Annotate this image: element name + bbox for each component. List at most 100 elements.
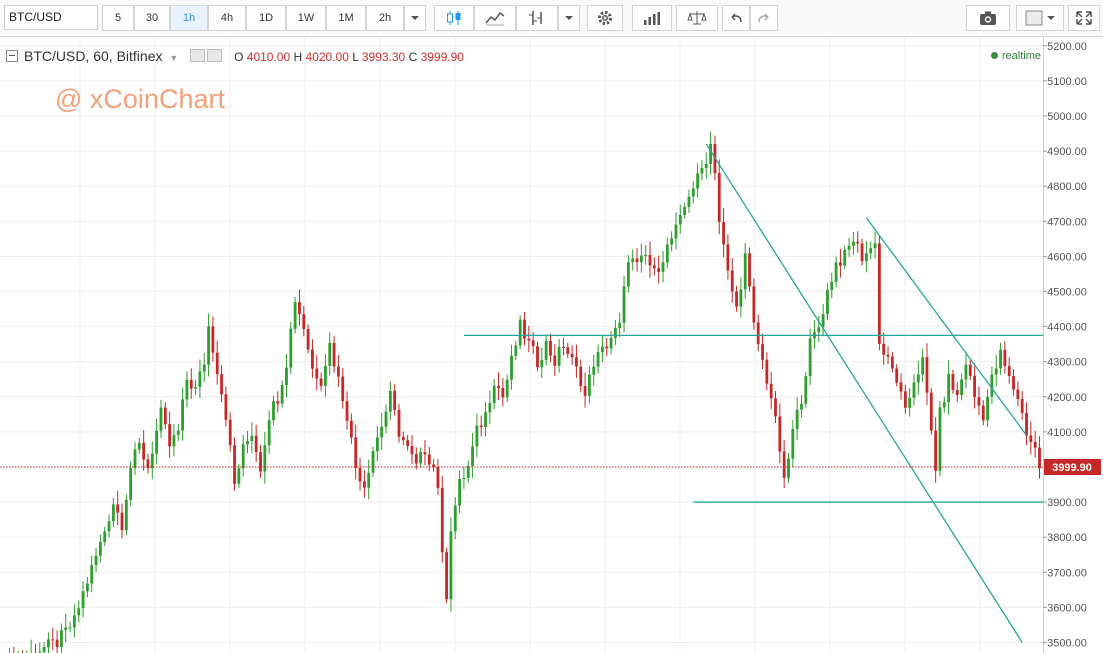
status-dot-icon <box>990 52 998 59</box>
candle-body <box>562 346 565 348</box>
collapse-legend-icon[interactable] <box>6 50 18 62</box>
candle-body <box>531 340 535 347</box>
fullscreen-button[interactable] <box>1068 5 1100 31</box>
candle-body <box>873 243 877 249</box>
candle-body <box>882 343 886 355</box>
settings-button[interactable] <box>587 5 623 31</box>
candle-body <box>349 420 353 438</box>
chevron-down-icon <box>565 16 573 20</box>
high-label: H <box>293 50 303 64</box>
candle-body <box>488 403 492 413</box>
interval-1d-button[interactable]: 1D <box>246 5 286 31</box>
settings-small-icon[interactable] <box>207 49 223 62</box>
candle-body <box>393 390 397 410</box>
candle-body <box>696 173 700 189</box>
candle-body <box>215 352 219 375</box>
candle-body <box>860 243 864 262</box>
chevron-down-icon <box>411 16 419 20</box>
eye-icon[interactable] <box>190 49 206 62</box>
fullscreen-icon <box>1076 11 1092 25</box>
candle-body <box>324 366 327 386</box>
price-chart[interactable]: 5200.00 5100.00 5000.00 4900.00 4800.00 4700.… <box>0 37 1103 653</box>
interval-1w-button[interactable]: 1W <box>286 5 326 31</box>
high-value: 4020.00 <box>305 50 349 64</box>
candle-body <box>380 426 384 438</box>
candles[interactable] <box>4 131 1046 653</box>
candle-body <box>163 407 167 425</box>
candle-body <box>921 357 925 375</box>
candle-body <box>800 403 803 410</box>
candle-body <box>315 368 319 379</box>
templates-button[interactable] <box>676 5 718 31</box>
candle-body <box>575 357 578 367</box>
interval-30m-button[interactable]: 30 <box>134 5 170 31</box>
candle-body <box>704 164 708 168</box>
candle-body <box>821 314 825 328</box>
interval-4h-button[interactable]: 4h <box>208 5 246 31</box>
price-tick-label: 4800.00 <box>1047 181 1087 193</box>
candle-body <box>938 407 942 471</box>
interval-dropdown-button[interactable] <box>404 5 426 31</box>
candle-body <box>782 451 786 478</box>
price-tick-label: 5100.00 <box>1047 76 1087 88</box>
color-icon <box>1025 10 1055 26</box>
candle-body <box>137 442 141 450</box>
interval-2h-button[interactable]: 2h <box>366 5 404 31</box>
candle-body <box>155 430 159 454</box>
symbol-title[interactable]: BTC/USD, 60, Bitfinex <box>24 48 163 64</box>
candle-body <box>644 254 648 256</box>
price-tick-label: 3600.00 <box>1047 602 1087 614</box>
color-picker-button[interactable] <box>1016 5 1064 31</box>
candle-body <box>761 344 764 360</box>
snapshot-button[interactable] <box>966 5 1010 31</box>
candle-body <box>834 262 838 282</box>
price-tick-label: 4700.00 <box>1047 216 1087 228</box>
candle-body <box>501 388 505 398</box>
candle-body <box>436 467 440 488</box>
price-tick-label: 4200.00 <box>1047 392 1087 404</box>
candle-body <box>505 379 509 398</box>
candle-body <box>497 385 500 389</box>
candle-body <box>280 385 284 404</box>
symbol-input[interactable]: BTC/USD <box>4 5 98 30</box>
candle-body <box>622 286 626 323</box>
candle-body <box>726 244 730 271</box>
indicators-button[interactable] <box>474 5 516 31</box>
candle-body <box>977 397 981 406</box>
candle-body <box>354 437 358 468</box>
chart-type-button[interactable] <box>434 5 474 31</box>
candle-body <box>298 302 301 315</box>
candle-body <box>553 355 557 366</box>
chevron-down-icon[interactable]: ▼ <box>169 53 178 63</box>
compare-button[interactable] <box>632 5 672 31</box>
candle-body <box>293 302 297 329</box>
candle-body <box>609 337 613 349</box>
candle-body <box>826 289 829 315</box>
candle-body <box>233 445 236 484</box>
candle-body <box>302 314 306 329</box>
bars-dropdown-button[interactable] <box>558 5 580 31</box>
candle-body <box>116 504 120 513</box>
candle-body <box>250 435 254 442</box>
candle-body <box>916 374 920 383</box>
interval-1m-button[interactable]: 1M <box>326 5 366 31</box>
candle-body <box>856 241 860 244</box>
candle-body <box>375 437 379 452</box>
undo-button[interactable] <box>722 5 750 31</box>
candle-body <box>657 268 661 272</box>
interval-5m-button[interactable]: 5 <box>102 5 134 31</box>
price-axis[interactable]: 5200.00 5100.00 5000.00 4900.00 4800.00 4700.… <box>1043 37 1103 653</box>
candle-body <box>626 262 630 287</box>
interval-1h-button[interactable]: 1h <box>170 5 208 31</box>
candle-body <box>648 254 652 266</box>
candle-body <box>289 328 293 368</box>
candle-body <box>384 411 388 427</box>
redo-button[interactable] <box>750 5 778 31</box>
candle-body <box>466 465 470 478</box>
candle-body <box>449 531 453 600</box>
candle-body <box>77 608 81 616</box>
bars-button[interactable] <box>516 5 558 31</box>
candle-body <box>752 286 756 323</box>
candle-body <box>68 627 72 629</box>
price-tick-label: 4900.00 <box>1047 146 1087 158</box>
